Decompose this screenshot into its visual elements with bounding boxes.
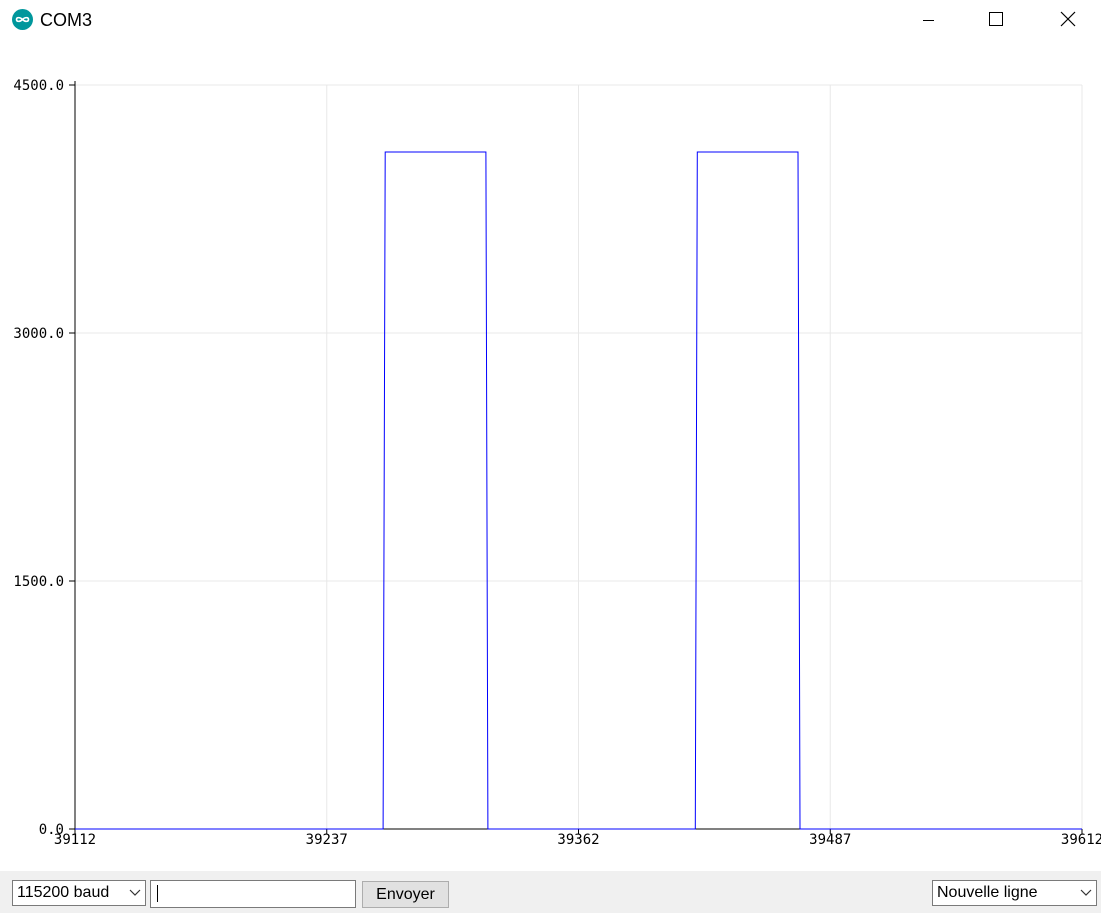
baud-rate-select[interactable]: 115200 baud (12, 880, 146, 906)
y-tick-label: 3000.0 (13, 326, 64, 342)
send-button[interactable]: Envoyer (362, 881, 449, 908)
chevron-down-icon (129, 889, 141, 896)
x-tick-label: 39237 (306, 832, 348, 848)
x-tick-label: 39362 (557, 832, 599, 848)
text-caret (157, 885, 158, 902)
serial-plot-chart: 0.01500.03000.04500.039112 39237 39362 3948… (13, 78, 1101, 848)
maximize-icon (989, 12, 1003, 26)
maximize-button[interactable] (973, 0, 1019, 40)
send-text-input[interactable] (150, 880, 356, 908)
bottom-toolbar: 115200 baud Envoyer Nouvelle ligne (0, 871, 1101, 913)
chevron-down-icon (1080, 889, 1092, 896)
line-ending-value: Nouvelle ligne (937, 884, 1038, 901)
arduino-logo-icon (12, 9, 33, 30)
window-title: COM3 (40, 10, 93, 30)
y-tick-label: 1500.0 (13, 574, 64, 590)
close-button[interactable] (1045, 0, 1091, 40)
minimize-icon (923, 20, 934, 21)
x-tick-label: 39487 (809, 832, 851, 848)
minimize-button[interactable] (905, 0, 951, 40)
close-icon (1060, 11, 1076, 27)
x-tick-label: 39612 (1061, 832, 1101, 848)
baud-rate-value: 115200 baud (17, 884, 110, 901)
plot-area: 0.0 1500.0 3000.0 4500.0 39112 39237 39362 3948… (0, 40, 1101, 871)
serial-plotter-window: COM3 0.0 1500.0 3000.0 4500.0 39112 39237 3936… (0, 0, 1101, 913)
line-ending-select[interactable]: Nouvelle ligne (932, 880, 1097, 906)
x-tick-label: 39112 (54, 832, 96, 848)
title-bar: COM3 (0, 0, 1101, 40)
y-tick-label: 4500.0 (13, 78, 64, 94)
